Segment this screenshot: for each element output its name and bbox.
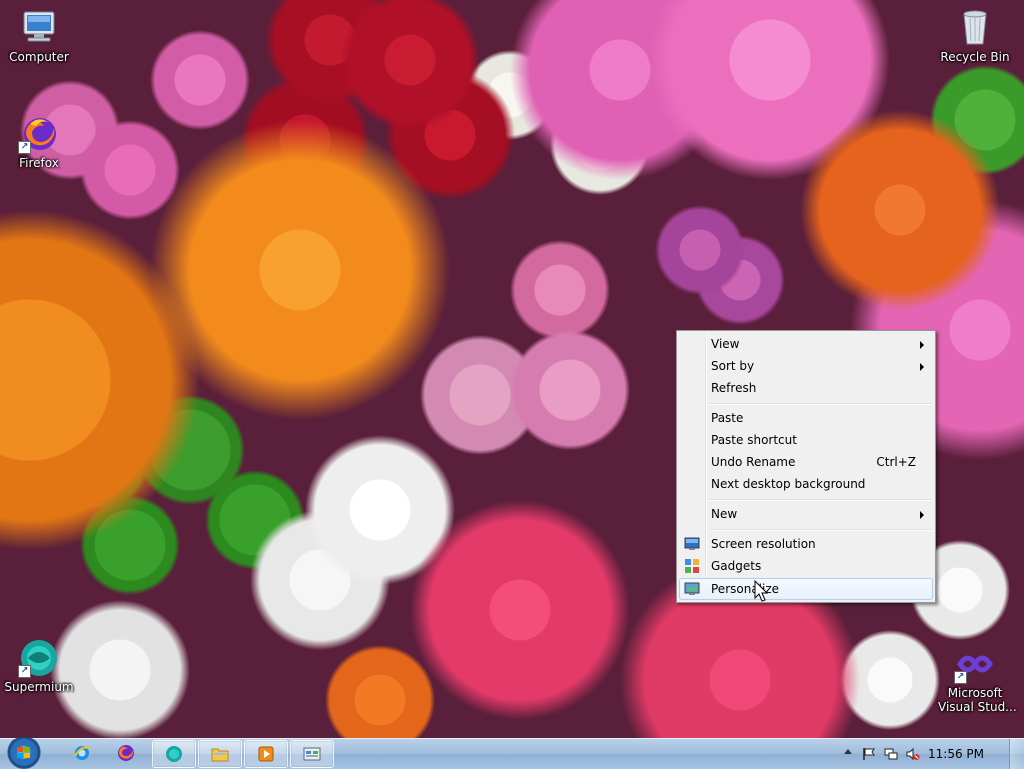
menu-item-view[interactable]: View xyxy=(680,333,932,355)
menu-item-screen-resolution[interactable]: Screen resolution xyxy=(680,533,932,555)
volume-muted-icon[interactable] xyxy=(906,747,920,761)
system-tray: 11:56 PM xyxy=(834,739,1024,769)
desktop-icon-visual-studio[interactable]: ↗ Microsoft Visual Stud... xyxy=(938,646,1017,714)
submenu-arrow-icon xyxy=(920,341,924,349)
windows-logo-icon xyxy=(17,747,31,760)
menu-separator xyxy=(709,403,932,405)
desktop-icon-supermium[interactable]: ↗ Supermium xyxy=(2,638,76,694)
gadgets-icon xyxy=(684,558,700,574)
taskbar-firefox[interactable] xyxy=(108,740,144,766)
desktop-icon-label: Firefox xyxy=(19,156,59,170)
desktop-icon-label-line2: Visual Stud... xyxy=(938,700,1017,714)
desktop-icon-firefox[interactable]: ↗ Firefox xyxy=(2,114,76,170)
taskbar-supermium[interactable] xyxy=(152,740,196,768)
desktop-icon-label-line1: Microsoft xyxy=(947,686,1003,700)
taskbar-clock[interactable]: 11:56 PM xyxy=(928,739,984,769)
show-desktop-button[interactable] xyxy=(1009,739,1024,769)
personalize-icon xyxy=(684,581,700,597)
internet-explorer-icon xyxy=(73,744,91,762)
media-player-icon xyxy=(257,745,275,763)
menu-item-personalize[interactable]: Personalize xyxy=(679,578,933,600)
start-button[interactable] xyxy=(4,737,44,771)
taskbar-media-player[interactable] xyxy=(244,740,288,768)
desktop-context-menu: View Sort by Refresh Paste Paste shortcu… xyxy=(676,330,936,603)
taskbar-control-panel[interactable] xyxy=(290,740,334,768)
menu-item-sort-by[interactable]: Sort by xyxy=(680,355,932,377)
desktop-icon-recycle-bin[interactable]: Recycle Bin xyxy=(938,8,1012,64)
menu-item-undo-rename[interactable]: Undo Rename Ctrl+Z xyxy=(680,451,932,473)
firefox-icon: ↗ xyxy=(18,114,60,154)
taskbar: 11:56 PM xyxy=(0,737,1024,771)
shortcut-label: Ctrl+Z xyxy=(876,455,916,469)
file-explorer-icon xyxy=(211,745,229,763)
taskbar-file-explorer[interactable] xyxy=(198,740,242,768)
show-hidden-icons-arrow[interactable] xyxy=(844,749,852,754)
desktop-icon-label: Computer xyxy=(9,50,69,64)
submenu-arrow-icon xyxy=(920,511,924,519)
supermium-icon xyxy=(165,745,183,763)
desktop-icon-computer[interactable]: Computer xyxy=(2,8,76,64)
shortcut-arrow-icon: ↗ xyxy=(18,141,31,154)
recycle-bin-icon xyxy=(954,8,996,48)
menu-item-refresh[interactable]: Refresh xyxy=(680,377,932,399)
menu-separator xyxy=(709,529,932,531)
menu-item-paste-shortcut[interactable]: Paste shortcut xyxy=(680,429,932,451)
visual-studio-icon: ↗ xyxy=(954,646,996,684)
shortcut-arrow-icon: ↗ xyxy=(18,665,31,678)
network-icon[interactable] xyxy=(884,747,898,761)
supermium-icon: ↗ xyxy=(18,638,60,678)
action-center-flag-icon[interactable] xyxy=(862,747,876,761)
screen-resolution-icon xyxy=(684,536,700,552)
menu-item-next-desktop-background[interactable]: Next desktop background xyxy=(680,473,932,495)
desktop-icon-label: Recycle Bin xyxy=(940,50,1010,64)
menu-item-paste[interactable]: Paste xyxy=(680,407,932,429)
mouse-cursor-icon xyxy=(754,579,770,604)
desktop-icon-label: Supermium xyxy=(4,680,74,694)
shortcut-arrow-icon: ↗ xyxy=(954,671,967,684)
menu-item-new[interactable]: New xyxy=(680,503,932,525)
menu-item-gadgets[interactable]: Gadgets xyxy=(680,555,932,577)
submenu-arrow-icon xyxy=(920,363,924,371)
taskbar-internet-explorer[interactable] xyxy=(64,740,100,766)
menu-separator xyxy=(709,499,932,501)
computer-icon xyxy=(18,8,60,48)
firefox-icon xyxy=(117,744,135,762)
control-panel-icon xyxy=(303,745,321,763)
